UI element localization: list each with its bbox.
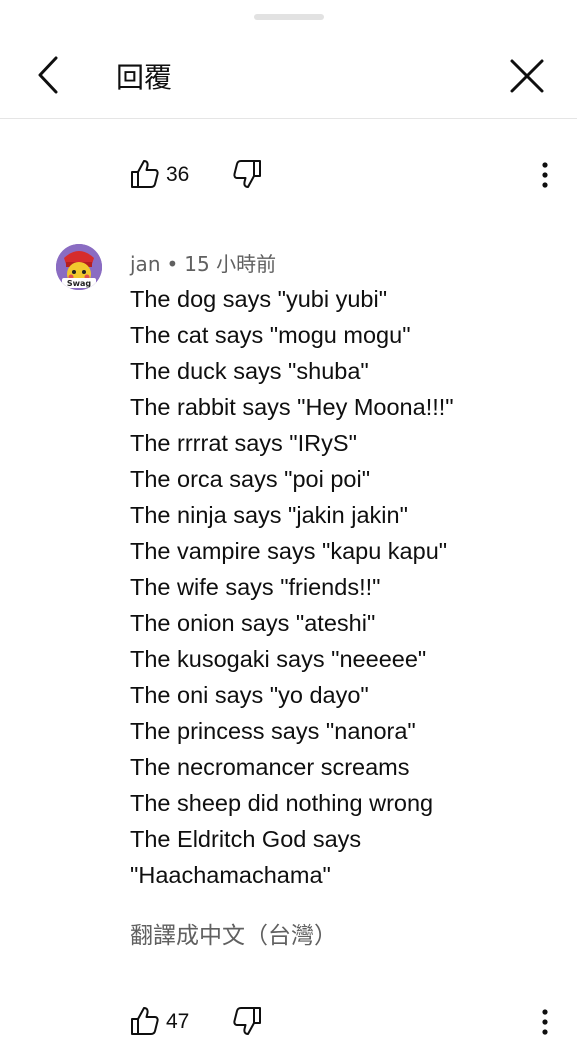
comment-line: "Haachamachama" xyxy=(130,862,331,888)
more-options-button[interactable] xyxy=(530,157,560,193)
comment-line: The oni says "yo dayo" xyxy=(130,682,369,708)
more-options-button[interactable] xyxy=(530,1004,560,1040)
like-button[interactable] xyxy=(128,1004,162,1038)
comment-line: The rabbit says "Hey Moona!!!" xyxy=(130,394,454,420)
comment-meta: jan • 15 小時前 xyxy=(130,248,276,277)
thumbs-down-icon xyxy=(233,160,261,188)
comment-line: The sheep did nothing wrong xyxy=(130,790,434,816)
comment-line: The orca says "poi poi" xyxy=(130,466,371,492)
avatar-image: Swag xyxy=(56,244,102,290)
comment-line: The ninja says "jakin jakin" xyxy=(130,502,408,528)
comment-line: The kusogaki says "neeeee" xyxy=(130,646,427,672)
replies-header: 回覆 xyxy=(0,30,577,119)
comment-line: The rrrrat says "IRyS" xyxy=(130,430,357,456)
comment-line: The duck says "shuba" xyxy=(130,358,369,384)
thumbs-up-icon xyxy=(131,1007,159,1035)
more-vertical-icon xyxy=(542,162,548,188)
page-title: 回覆 xyxy=(116,61,173,94)
comment-line: The vampire says "kapu kapu" xyxy=(130,538,448,564)
like-button[interactable] xyxy=(128,157,162,191)
comment-line: The necromancer screams xyxy=(130,754,410,780)
comment-timestamp[interactable]: 15 小時前 xyxy=(184,252,276,276)
comment-line: The dog says "yubi yubi" xyxy=(130,286,388,312)
comment-line: The wife says "friends!!" xyxy=(130,574,381,600)
comment-line: The princess says "nanora" xyxy=(130,718,416,744)
close-icon xyxy=(510,59,544,93)
dislike-button[interactable] xyxy=(230,157,264,191)
thumbs-down-icon xyxy=(233,1007,261,1035)
dislike-button[interactable] xyxy=(230,1004,264,1038)
avatar[interactable]: Swag xyxy=(56,244,102,290)
parent-comment-actions: 36 xyxy=(128,157,568,193)
chevron-left-icon xyxy=(38,56,58,94)
comment-text: The dog says "yubi yubi" The cat says "m… xyxy=(130,281,550,893)
translate-button[interactable]: 翻譯成中文（台灣） xyxy=(130,916,337,950)
comment-line: The Eldritch God says xyxy=(130,826,362,852)
comment-line: The onion says "ateshi" xyxy=(130,610,376,636)
reply-comment-actions: 47 xyxy=(128,1004,568,1040)
more-vertical-icon xyxy=(542,1009,548,1035)
comment-line: The cat says "mogu mogu" xyxy=(130,322,411,348)
author-name[interactable]: jan xyxy=(130,252,161,276)
like-count: 47 xyxy=(166,1010,190,1033)
thumbs-up-icon xyxy=(131,160,159,188)
back-button[interactable] xyxy=(28,50,72,100)
avatar-caption: Swag xyxy=(67,279,92,288)
drag-handle[interactable] xyxy=(254,14,324,20)
drag-handle-area[interactable] xyxy=(0,0,577,30)
meta-separator: • xyxy=(166,252,179,276)
close-button[interactable] xyxy=(503,52,551,100)
like-count: 36 xyxy=(166,163,190,186)
